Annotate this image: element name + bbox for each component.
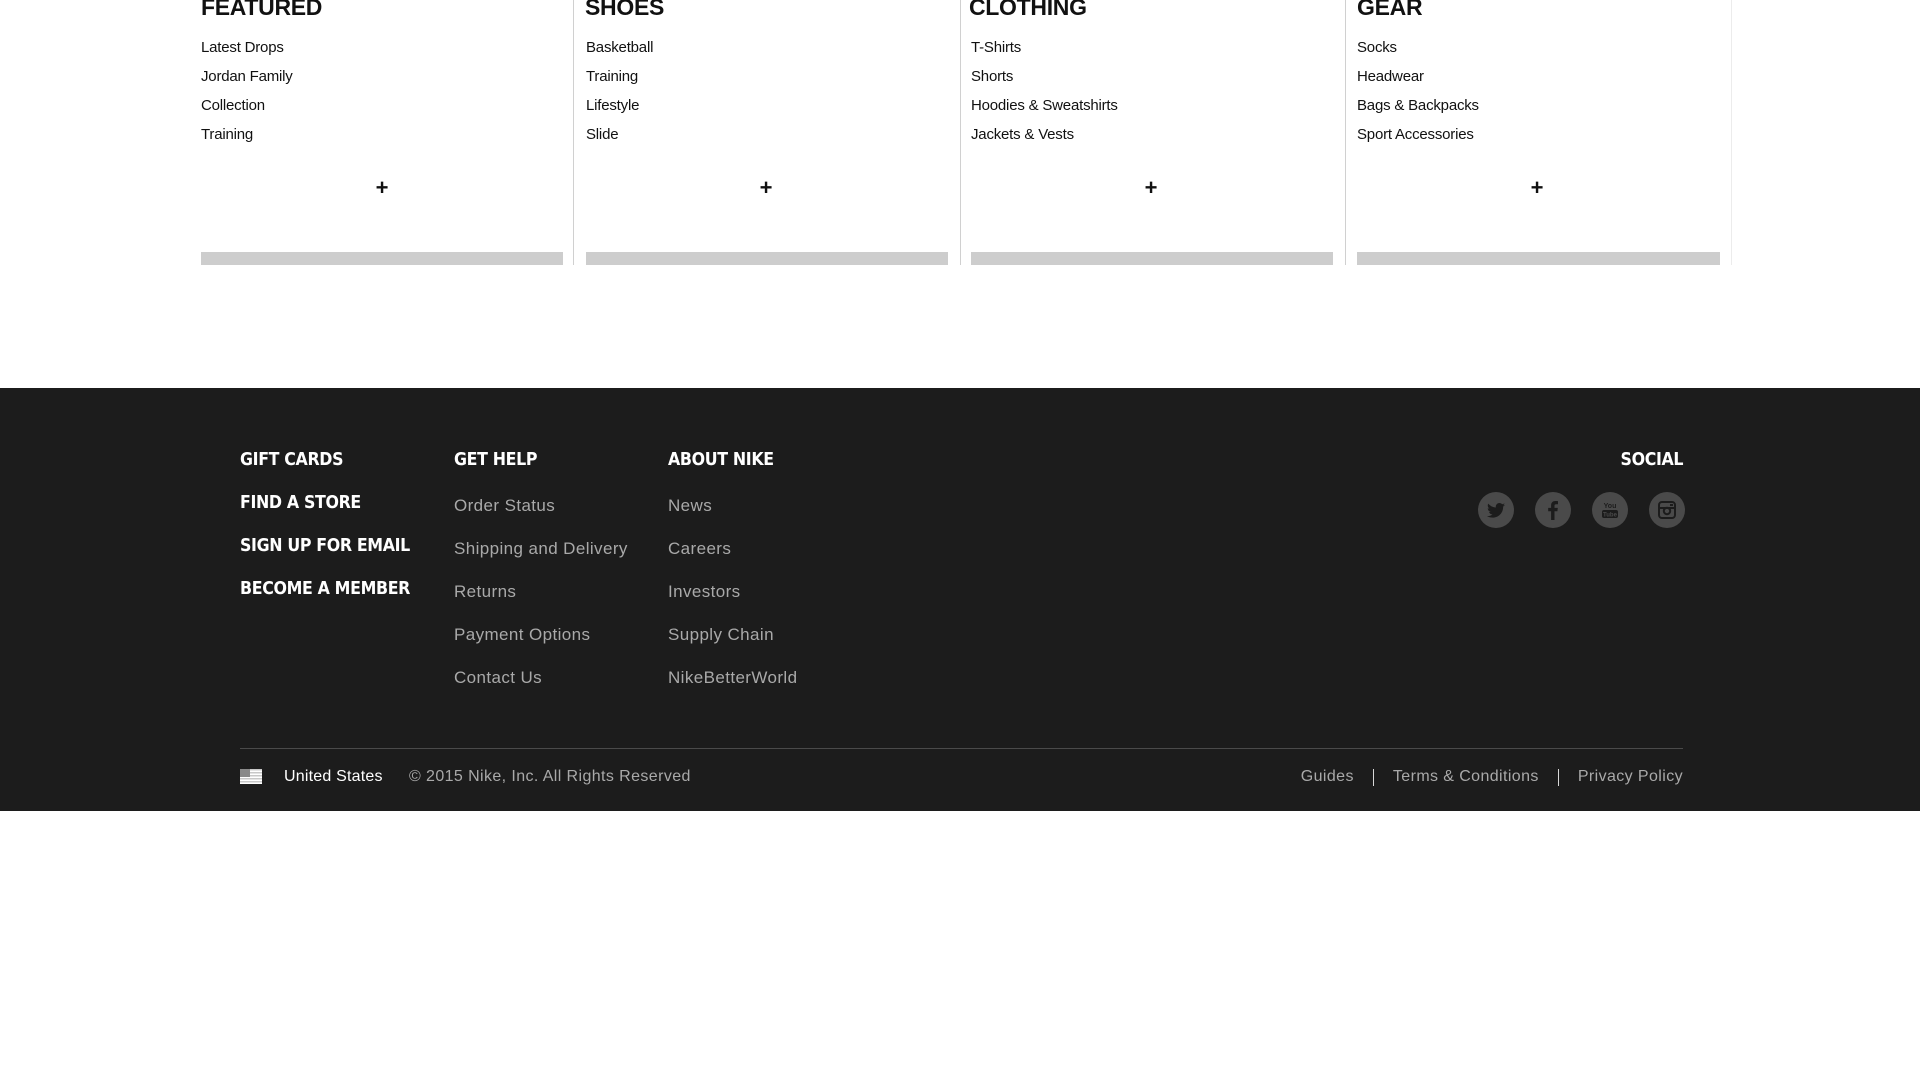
menu-link[interactable]: Sport Accessories: [1357, 125, 1479, 154]
menu-link[interactable]: T-Shirts: [971, 38, 1118, 67]
menu-column-shoes: SHOES Basketball Training Lifestyle Slid…: [585, 0, 961, 265]
menu-column-featured: FEATURED Latest Drops Jordan Family Coll…: [201, 0, 574, 265]
footer-link[interactable]: News: [668, 495, 797, 538]
become-member-link[interactable]: BECOME A MEMBER: [240, 578, 410, 599]
menu-link[interactable]: Training: [201, 125, 293, 154]
mega-menu: FEATURED Latest Drops Jordan Family Coll…: [0, 0, 1920, 388]
about-nike-list: News Careers Investors Supply Chain Nike…: [668, 495, 797, 710]
about-nike-heading: ABOUT NIKE: [668, 449, 774, 470]
footer-link[interactable]: Shipping and Delivery: [454, 538, 628, 581]
menu-link[interactable]: Training: [586, 67, 653, 96]
guides-link[interactable]: Guides: [1301, 768, 1354, 786]
menu-link[interactable]: Jordan Family: [201, 67, 293, 96]
menu-list-featured: Latest Drops Jordan Family Collection Tr…: [201, 38, 293, 154]
menu-link[interactable]: Latest Drops: [201, 38, 293, 67]
privacy-link[interactable]: Privacy Policy: [1578, 768, 1683, 786]
menu-column-clothing: CLOTHING T-Shirts Shorts Hoodies & Sweat…: [969, 0, 1346, 265]
facebook-icon[interactable]: [1535, 492, 1571, 528]
us-flag-icon[interactable]: [240, 769, 262, 784]
menu-link[interactable]: Shorts: [971, 67, 1118, 96]
copyright-text: © 2015 Nike, Inc. All Rights Reserved: [409, 768, 691, 785]
menu-progress-bar: [586, 252, 948, 265]
page-blank-area: [0, 811, 1920, 1080]
footer-link[interactable]: NikeBetterWorld: [668, 667, 797, 710]
expand-plus-icon[interactable]: +: [1527, 177, 1547, 199]
menu-column-gear: GEAR Socks Headwear Bags & Backpacks Spo…: [1357, 0, 1732, 265]
site-footer: GIFT CARDS FIND A STORE SIGN UP FOR EMAI…: [0, 388, 1920, 811]
twitter-icon[interactable]: [1478, 492, 1514, 528]
footer-link[interactable]: Supply Chain: [668, 624, 797, 667]
svg-text:You: You: [1604, 503, 1617, 510]
menu-title-clothing: CLOTHING: [969, 0, 1087, 20]
menu-list-gear: Socks Headwear Bags & Backpacks Sport Ac…: [1357, 38, 1479, 154]
get-help-list: Order Status Shipping and Delivery Retur…: [454, 495, 628, 710]
menu-progress-bar: [1357, 252, 1720, 265]
find-a-store-link[interactable]: FIND A STORE: [240, 492, 361, 513]
legal-separator: [1557, 768, 1559, 786]
footer-link[interactable]: Contact Us: [454, 667, 628, 710]
expand-plus-icon[interactable]: +: [1141, 177, 1161, 199]
footer-bottom-bar: United States © 2015 Nike, Inc. All Righ…: [240, 768, 1683, 792]
menu-link[interactable]: Socks: [1357, 38, 1479, 67]
menu-link[interactable]: Jackets & Vests: [971, 125, 1118, 154]
instagram-icon[interactable]: [1649, 492, 1685, 528]
social-heading: SOCIAL: [1620, 449, 1683, 470]
expand-plus-icon[interactable]: +: [756, 177, 776, 199]
footer-divider: [240, 748, 1683, 749]
menu-progress-bar: [971, 252, 1333, 265]
expand-plus-icon[interactable]: +: [372, 177, 392, 199]
menu-link[interactable]: Hoodies & Sweatshirts: [971, 96, 1118, 125]
menu-link[interactable]: Basketball: [586, 38, 653, 67]
country-selector[interactable]: United States: [284, 768, 383, 786]
gift-cards-link[interactable]: GIFT CARDS: [240, 449, 344, 470]
social-icons: You Tube: [1478, 492, 1685, 528]
sign-up-email-link[interactable]: SIGN UP FOR EMAIL: [240, 535, 410, 556]
footer-link[interactable]: Careers: [668, 538, 797, 581]
youtube-icon[interactable]: You Tube: [1592, 492, 1628, 528]
menu-title-featured: FEATURED: [201, 0, 323, 20]
menu-list-clothing: T-Shirts Shorts Hoodies & Sweatshirts Ja…: [971, 38, 1118, 154]
footer-link[interactable]: Payment Options: [454, 624, 628, 667]
menu-link[interactable]: Bags & Backpacks: [1357, 96, 1479, 125]
footer-link[interactable]: Investors: [668, 581, 797, 624]
menu-link[interactable]: Collection: [201, 96, 293, 125]
menu-link[interactable]: Lifestyle: [586, 96, 653, 125]
terms-link[interactable]: Terms & Conditions: [1393, 768, 1539, 786]
menu-title-shoes: SHOES: [585, 0, 665, 20]
menu-list-shoes: Basketball Training Lifestyle Slide: [586, 38, 653, 154]
get-help-heading: GET HELP: [454, 449, 538, 470]
footer-link[interactable]: Order Status: [454, 495, 628, 538]
menu-title-gear: GEAR: [1357, 0, 1423, 20]
menu-progress-bar: [201, 252, 563, 265]
svg-text:Tube: Tube: [1603, 513, 1618, 519]
footer-link[interactable]: Returns: [454, 581, 628, 624]
menu-link[interactable]: Slide: [586, 125, 653, 154]
legal-separator: [1372, 768, 1374, 786]
legal-links: Guides Terms & Conditions Privacy Policy: [1301, 768, 1683, 786]
menu-link[interactable]: Headwear: [1357, 67, 1479, 96]
